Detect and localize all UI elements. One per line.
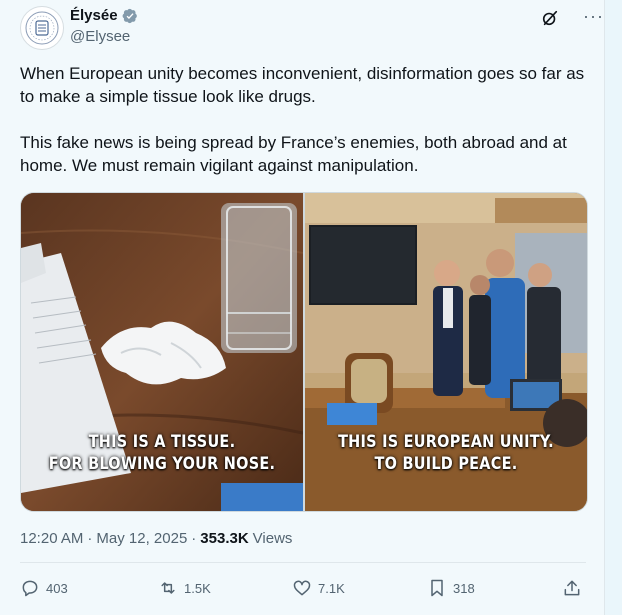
repost-count: 1.5K (184, 580, 211, 596)
tweet-text: When European unity becomes inconvenient… (20, 62, 586, 177)
reply-button[interactable]: 403 (20, 578, 68, 598)
divider (20, 562, 586, 563)
media-image-unity[interactable]: THIS IS EUROPEAN UNITY. TO BUILD PEACE. (305, 193, 587, 511)
share-button[interactable] (562, 578, 582, 598)
tweet-paragraph: When European unity becomes inconvenient… (20, 64, 585, 106)
verified-badge-icon (122, 8, 137, 23)
bookmark-button[interactable]: 318 (427, 578, 475, 598)
author-handle[interactable]: @Elysee (70, 28, 130, 45)
unity-caption: THIS IS EUROPEAN UNITY. TO BUILD PEACE. (305, 431, 587, 475)
bookmark-icon (431, 579, 443, 597)
tweet-paragraph: This fake news is being spread by France… (20, 133, 567, 175)
repost-button[interactable]: 1.5K (158, 578, 211, 598)
like-button[interactable]: 7.1K (292, 578, 345, 598)
post-meta: 12:20 AM · May 12, 2025 · 353.3K Views (20, 530, 292, 547)
author-name-row: Élysée (70, 7, 138, 24)
like-count: 7.1K (318, 580, 345, 596)
post-date[interactable]: May 12, 2025 (96, 530, 187, 547)
caption-line: FOR BLOWING YOUR NOSE. (48, 454, 276, 474)
media-image-tissue[interactable]: THIS IS A TISSUE. FOR BLOWING YOUR NOSE. (21, 193, 303, 511)
tweet-card: Élysée @Elysee ··· When European unity b… (0, 0, 605, 615)
caption-line: TO BUILD PEACE. (374, 454, 518, 474)
like-icon (293, 580, 311, 596)
media-grid[interactable]: THIS IS A TISSUE. FOR BLOWING YOUR NOSE. (20, 192, 588, 512)
elysee-seal-icon (25, 11, 59, 45)
repost-icon (161, 582, 175, 594)
avatar[interactable] (20, 6, 64, 50)
author-name[interactable]: Élysée (70, 7, 118, 24)
caption-line: THIS IS A TISSUE. (88, 432, 236, 452)
bookmark-count: 318 (453, 580, 475, 596)
grok-icon[interactable] (541, 9, 559, 27)
views-label: Views (252, 530, 293, 547)
post-time[interactable]: 12:20 AM (20, 530, 83, 547)
caption-line: THIS IS EUROPEAN UNITY. (338, 432, 554, 452)
share-icon (564, 580, 580, 596)
meta-separator: · (87, 530, 93, 547)
reply-icon (22, 580, 38, 597)
views-count: 353.3K (200, 530, 249, 547)
more-icon[interactable]: ··· (583, 6, 604, 27)
action-bar: 403 1.5K 7.1K 318 (20, 578, 586, 604)
tissue-caption: THIS IS A TISSUE. FOR BLOWING YOUR NOSE. (21, 431, 303, 475)
reply-count: 403 (46, 580, 68, 596)
meta-separator: · (191, 530, 197, 547)
